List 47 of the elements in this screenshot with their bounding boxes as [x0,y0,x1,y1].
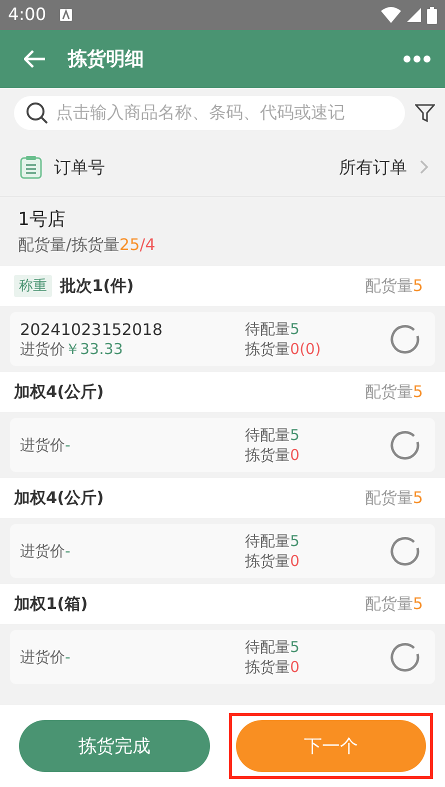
purchase-price: 进货价- [20,648,72,666]
more-icon[interactable] [403,55,431,63]
pending-quantity: 待配量5 [245,320,301,338]
batch-name: 加权4(公斤) [14,488,104,508]
batch-card[interactable]: 进货价- 待配量5 拣货量0 [10,630,435,684]
order-label: 订单号 [54,156,105,178]
wifi-icon [381,7,401,23]
allocated-quantity: 配货量5 [364,488,423,508]
picked-quantity: 拣货量0 [245,552,301,570]
finish-picking-button[interactable]: 拣货完成 [19,720,210,772]
allocated-quantity: 配货量5 [364,382,423,402]
batch-code: 20241023152018 [20,320,164,338]
pending-quantity: 待配量5 [245,532,301,550]
signal-icon [407,8,421,22]
battery-icon [427,6,437,24]
batch-card[interactable]: 20241023152018 进货价￥33.33 待配量5 拣货量0(0) [10,312,435,366]
store-summary: 配货量/拣货量25/4 [18,235,156,256]
pending-quantity: 待配量5 [245,638,301,656]
batch-name: 加权4(公斤) [14,382,104,402]
loading-icon [390,536,420,566]
picked-quantity: 拣货量0 [245,446,301,464]
purchase-price: 进货价- [20,436,72,454]
store-name: 1号店 [18,208,66,231]
order-filter-value[interactable]: 所有订单 [339,156,407,178]
clipboard-icon [20,155,42,179]
loading-icon [390,430,420,460]
allocated-quantity: 配货量5 [364,594,423,614]
status-time: 4:00 [8,5,46,25]
search-icon [26,102,48,124]
filter-icon[interactable] [415,103,435,123]
batch-card[interactable]: 进货价- 待配量5 拣货量0 [10,524,435,578]
purchase-price: 进货价- [20,542,72,560]
picked-quantity: 拣货量0(0) [245,340,322,358]
batch-name: 加权1(箱) [14,594,88,614]
back-icon[interactable] [24,50,46,68]
loading-icon [390,642,420,672]
batch-name: 批次1(件) [60,276,134,296]
allocated-quantity: 配货量5 [364,276,423,296]
page-title: 拣货明细 [68,47,144,72]
search-field[interactable]: 点击输入商品名称、条码、代码或速记 [14,96,405,130]
weighing-tag: 称重 [14,275,52,297]
purchase-price: 进货价￥33.33 [20,340,124,358]
pending-quantity: 待配量5 [245,426,301,444]
loading-icon [390,324,420,354]
notification-icon [60,9,72,21]
picked-quantity: 拣货量0 [245,658,301,676]
batch-card[interactable]: 进货价- 待配量5 拣货量0 [10,418,435,472]
